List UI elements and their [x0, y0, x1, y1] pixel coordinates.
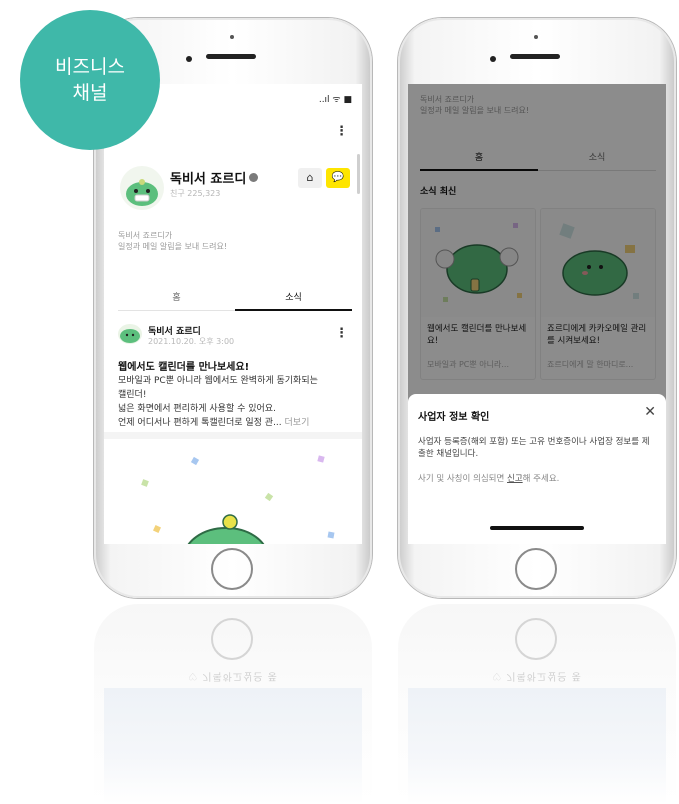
post-body: 모바일과 PC뿐 아니라 웹에서도 완벽하게 동기화되는 캘린더! 넓은 화면에…: [118, 374, 354, 430]
close-icon[interactable]: ✕: [644, 404, 656, 420]
earpiece-speaker: [206, 54, 256, 59]
right-phone-screen: 독비서 죠르디가 일정과 메일 알림을 보내 드려요! 홈 소식 소식 최신 웹…: [408, 84, 666, 544]
reflection-text: ♡ 기록하고싶은 풍: [188, 670, 278, 681]
channel-description-line-2: 일정과 메일 알림을 보내 드려요!: [118, 242, 228, 251]
business-channel-badge: 비즈니스 채널: [20, 10, 160, 150]
reflection-text: ♡ 기록하고싶은 풍: [492, 670, 582, 681]
front-camera: [186, 56, 192, 62]
badge-line-1: 비즈니스: [55, 56, 125, 78]
channel-description-line-1: 독비서 죠르디가: [118, 231, 173, 240]
verified-icon: [249, 173, 259, 182]
front-camera: [490, 56, 496, 62]
reflected-home-button: [211, 618, 253, 660]
read-more-link[interactable]: 더보기: [285, 418, 310, 428]
home-indicator: [490, 526, 584, 530]
earpiece-speaker: [510, 54, 560, 59]
tab-news[interactable]: 소식: [235, 290, 352, 303]
tab-home[interactable]: 홈: [118, 290, 235, 303]
reflected-home-button: [515, 618, 557, 660]
scrollbar[interactable]: [357, 154, 360, 194]
phone-top-dot: [230, 35, 234, 39]
left-phone-screen: ..ıl ᯤ ■ ⋮ 독비서 죠르디 친구 225,323 ⌂ 💬 독비서 죠르…: [104, 84, 362, 544]
post-divider: [104, 432, 362, 439]
post-date: 2021.10.20. 오후 3:00: [148, 337, 235, 346]
report-link[interactable]: 신고: [507, 474, 523, 484]
right-phone: 독비서 죠르디가 일정과 메일 알림을 보내 드려요! 홈 소식 소식 최신 웹…: [398, 18, 676, 598]
status-bar-icons: ..ıl ᯤ ■: [318, 95, 352, 105]
business-info-sheet: 사업자 정보 확인 ✕ 사업자 등록증(해외 포함) 또는 고유 번호증이나 사…: [408, 394, 666, 544]
more-menu-icon[interactable]: ⋮: [335, 124, 348, 139]
sheet-report-note: 사기 및 사칭이 의심되면 신고해 주세요.: [418, 474, 560, 484]
friend-count: 친구 225,323: [170, 189, 221, 198]
home-button[interactable]: [211, 548, 253, 590]
post-body-line: 넓은 화면에서 편리하게 사용할 수 있어요.: [118, 404, 276, 414]
post-body-line: 캘린더!: [118, 390, 147, 400]
post-body-line: 모바일과 PC뿐 아니라 웹에서도 완벽하게 동기화되는: [118, 376, 318, 386]
chat-button[interactable]: 💬: [326, 168, 350, 188]
home-button[interactable]: [515, 548, 557, 590]
channel-home-button[interactable]: ⌂: [298, 168, 322, 188]
post-image[interactable]: [104, 440, 362, 544]
post-author-avatar[interactable]: [118, 324, 142, 344]
sheet-title: 사업자 정보 확인: [418, 412, 490, 423]
channel-avatar[interactable]: [120, 166, 164, 210]
reflected-screen: [104, 688, 362, 804]
active-tab-indicator: [235, 309, 352, 311]
reflected-screen: [408, 688, 666, 804]
post-body-line: 언제 어디서나 편하게 톡캘린더로 일정 관... 더보기: [118, 418, 310, 428]
badge-line-2: 채널: [72, 82, 108, 104]
channel-tabs: 홈 소식: [118, 280, 352, 311]
phone-top-dot: [534, 35, 538, 39]
right-phone-reflection: ♡ 기록하고싶은 풍: [398, 604, 676, 804]
post-title[interactable]: 웹에서도 캘린더를 만나보세요!: [118, 358, 249, 373]
left-phone-reflection: ♡ 기록하고싶은 풍: [94, 604, 372, 804]
sheet-description: 사업자 등록증(해외 포함) 또는 고유 번호증이나 사업장 정보를 제출한 채…: [418, 437, 650, 459]
post-menu-icon[interactable]: ⋮: [335, 326, 348, 341]
channel-name: 독비서 죠르디: [170, 168, 259, 187]
